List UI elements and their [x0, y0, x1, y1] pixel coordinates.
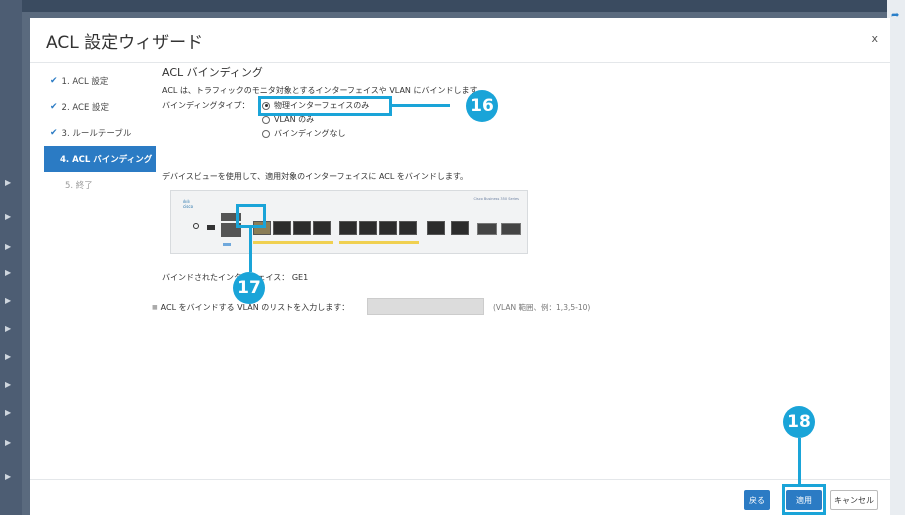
- callout-16-highlight: [258, 96, 392, 116]
- callout-17-highlight: [236, 204, 266, 228]
- check-icon: ✔: [50, 102, 58, 112]
- callout-18-badge: 18: [783, 406, 815, 438]
- port-ge6[interactable]: [359, 221, 377, 235]
- divider: [30, 62, 890, 63]
- poe-indicator: [253, 241, 333, 244]
- step-ace-settings[interactable]: ✔ 2. ACE 設定: [44, 94, 156, 120]
- section-title: ACL バインディング: [162, 66, 263, 79]
- device-view: ılıılı cisco Cisco Business 350 Series: [170, 190, 528, 254]
- wizard-steps: ✔ 1. ACL 設定 ✔ 2. ACE 設定 ✔ 3. ルールテーブル 4. …: [44, 68, 156, 198]
- sfp-port[interactable]: [477, 223, 497, 235]
- port-ge8[interactable]: [399, 221, 417, 235]
- expand-arrow-icon: ▶: [5, 472, 12, 481]
- poe-indicator: [339, 241, 419, 244]
- callout-17-line: [249, 228, 252, 272]
- sfp-port[interactable]: [501, 223, 521, 235]
- expand-arrow-icon: ▶: [5, 324, 12, 333]
- step-label: 3. ルールテーブル: [61, 129, 132, 139]
- port-ge7[interactable]: [379, 221, 397, 235]
- port-ge5[interactable]: [339, 221, 357, 235]
- check-icon: ✔: [50, 76, 58, 86]
- background-sidebar: ▶ ▶ ▶ ▶ ▶ ▶ ▶ ▶ ▶ ▶ ▶: [0, 0, 22, 515]
- dialog-title: ACL 設定ウィザード: [46, 33, 204, 53]
- device-view-note: デバイスビューを使用して、適用対象のインターフェイスに ACL をバインドします…: [162, 172, 469, 181]
- led-icon: [223, 243, 231, 246]
- expand-arrow-icon: ▶: [5, 178, 12, 187]
- expand-arrow-icon: ▶: [5, 380, 12, 389]
- callout-17-badge: 17: [233, 272, 265, 304]
- cancel-button[interactable]: キャンセル: [830, 490, 878, 510]
- background-header: [0, 0, 905, 12]
- expand-arrow-icon: ▶: [5, 438, 12, 447]
- step-label: 5. 終了: [65, 181, 93, 191]
- port-ge9[interactable]: [427, 221, 445, 235]
- step-label: 1. ACL 設定: [61, 77, 109, 87]
- vlan-hint: (VLAN 範囲、例：1,3,5-10): [493, 303, 591, 312]
- callout-16-line: [392, 104, 450, 107]
- port-ge2[interactable]: [273, 221, 291, 235]
- radio-icon: [262, 115, 270, 124]
- port-ge4[interactable]: [313, 221, 331, 235]
- back-button[interactable]: 戻る: [744, 490, 770, 510]
- expand-arrow-icon: ▶: [5, 352, 12, 361]
- expand-arrow-icon: ▶: [5, 242, 12, 251]
- port-ge3[interactable]: [293, 221, 311, 235]
- radio-icon: [262, 129, 270, 138]
- bound-label: バインドされたインターフェイス：: [162, 273, 290, 282]
- step-label: 2. ACE 設定: [61, 103, 110, 113]
- port-ge10[interactable]: [451, 221, 469, 235]
- logout-icon[interactable]: ➦: [891, 10, 903, 22]
- device-model: Cisco Business 350 Series: [473, 197, 519, 201]
- radio-no-binding[interactable]: バインディングなし: [262, 128, 345, 139]
- expand-arrow-icon: ▶: [5, 212, 12, 221]
- usb-port-icon: [207, 225, 215, 230]
- callout-18-highlight: [782, 484, 826, 515]
- bound-value: GE1: [291, 273, 309, 282]
- expand-arrow-icon: ▶: [5, 296, 12, 305]
- bullet-icon: ■: [152, 304, 158, 311]
- acl-wizard-dialog: ACL 設定ウィザード x ✔ 1. ACL 設定 ✔ 2. ACE 設定 ✔ …: [30, 18, 890, 515]
- expand-arrow-icon: ▶: [5, 268, 12, 277]
- callout-16-badge: 16: [466, 90, 498, 122]
- step-label: 4. ACL バインディング: [60, 155, 153, 165]
- reset-button-icon: [193, 223, 199, 229]
- radio-label: バインディングなし: [274, 129, 346, 138]
- vlan-list-input[interactable]: [367, 298, 484, 315]
- step-finish: 5. 終了: [44, 172, 156, 198]
- check-icon: ✔: [50, 128, 58, 138]
- step-rule-table[interactable]: ✔ 3. ルールテーブル: [44, 120, 156, 146]
- close-button[interactable]: x: [871, 32, 878, 45]
- description: ACL は、トラフィックのモニタ対象とするインターフェイスや VLAN にバイン…: [162, 86, 485, 95]
- expand-arrow-icon: ▶: [5, 408, 12, 417]
- binding-type-label: バインディングタイプ：: [162, 101, 250, 110]
- cisco-logo: ılıılı cisco: [183, 199, 194, 209]
- footer-divider: [30, 479, 890, 480]
- vlan-prompt: ACL をバインドする VLAN のリストを入力します：: [160, 303, 350, 312]
- step-acl-settings[interactable]: ✔ 1. ACL 設定: [44, 68, 156, 94]
- callout-18-line: [798, 438, 801, 486]
- step-acl-binding[interactable]: 4. ACL バインディング: [44, 146, 156, 172]
